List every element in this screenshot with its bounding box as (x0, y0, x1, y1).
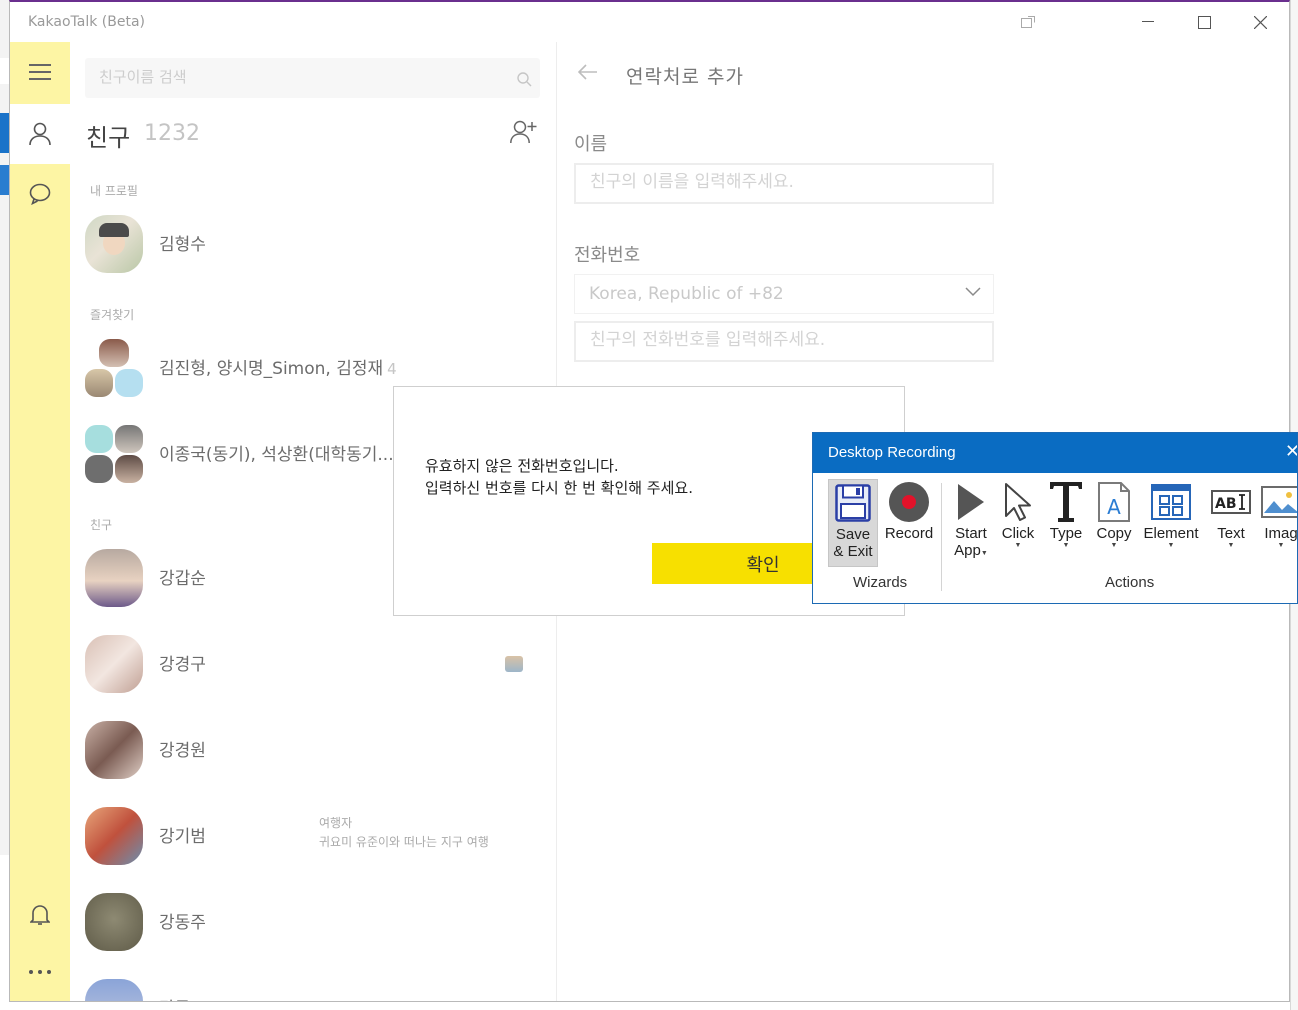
friend-name: 강경구 (159, 655, 206, 675)
text-button[interactable]: AB Text ▼ (1207, 479, 1255, 567)
phone-label: 전화번호 (574, 245, 641, 266)
text-type-icon (1050, 482, 1082, 522)
actions-group-label: Actions (1105, 574, 1155, 591)
image-button[interactable]: Imag ▼ (1259, 479, 1297, 567)
start-app-button[interactable]: Start App▼ (947, 479, 995, 567)
notifications-button[interactable] (10, 884, 70, 944)
friend-name: 강갑순 (159, 569, 206, 589)
tab-friends[interactable] (10, 104, 70, 164)
close-icon[interactable]: ✕ (1285, 441, 1297, 462)
copy-button[interactable]: A Copy ▼ (1091, 479, 1137, 567)
record-button[interactable]: Record (883, 479, 935, 567)
friends-title: 친구 (86, 124, 131, 152)
desktop-recording-panel: Desktop Recording ✕ Save & Exit Record W… (812, 432, 1298, 604)
my-profile-item[interactable]: 김형수 (85, 208, 545, 280)
background-window-fragment (0, 58, 9, 84)
country-code-value: Korea, Republic of +82 (589, 284, 784, 304)
phone-input[interactable] (590, 330, 980, 350)
chevron-down-icon (965, 287, 981, 297)
add-friend-button[interactable] (510, 120, 540, 150)
menu-button[interactable] (10, 42, 70, 102)
image-icon (1261, 486, 1297, 518)
recorder-title: Desktop Recording (828, 444, 956, 461)
friend-name: 김진형, 양시명_Simon, 김정재 4 (159, 359, 397, 379)
tab-chats[interactable] (10, 164, 70, 224)
avatar (85, 979, 143, 1001)
search-icon[interactable] (517, 72, 532, 87)
group-avatar (85, 339, 143, 397)
wizards-group-label: Wizards (853, 574, 908, 591)
avatar (85, 215, 143, 273)
friend-name: 강기범 (159, 827, 206, 847)
name-input[interactable] (590, 172, 980, 192)
background-window-fragment (0, 855, 9, 1010)
section-label-my-profile: 내 프로필 (90, 184, 138, 198)
avatar (85, 549, 143, 607)
back-arrow-icon (577, 64, 597, 80)
bell-icon (30, 905, 50, 925)
group-separator (941, 483, 942, 591)
avatar (85, 635, 143, 693)
save-exit-button[interactable]: Save & Exit (828, 479, 878, 567)
name-label: 이름 (574, 134, 608, 155)
play-icon (958, 484, 984, 520)
add-person-icon (510, 120, 537, 144)
avatar (85, 721, 143, 779)
cursor-icon (1005, 483, 1031, 521)
svg-text:AB: AB (1215, 496, 1237, 512)
title-bar: KakaoTalk (Beta) (10, 2, 1289, 42)
phone-field (574, 321, 994, 362)
person-icon (29, 122, 51, 146)
avatar (85, 893, 143, 951)
more-dots-icon (29, 970, 51, 974)
section-label-favorites: 즐겨찾기 (90, 308, 135, 322)
search-input[interactable] (99, 68, 479, 86)
speech-bubble-icon (29, 183, 51, 205)
more-button[interactable] (10, 942, 70, 1001)
music-profile-icon[interactable] (505, 656, 523, 672)
friend-list-item[interactable]: 강경구 (85, 628, 545, 700)
friend-list-item[interactable]: 강동주 (85, 886, 545, 958)
member-count: 4 (387, 360, 397, 378)
record-icon (889, 482, 929, 522)
sidebar (10, 42, 70, 1001)
svg-text:A: A (1107, 495, 1121, 519)
add-contact-title: 연락처로 추가 (626, 66, 744, 88)
friend-name: 강동주 (159, 913, 206, 933)
name-field (574, 163, 994, 204)
friend-list-item[interactable]: 강기범 여행자 귀요미 유준이와 떠나는 지구 여행 (85, 800, 545, 872)
text-field-icon: AB (1211, 490, 1251, 514)
friend-name: 이종국(동기), 석상환(대학동기... (159, 445, 394, 465)
recorder-header: Desktop Recording ✕ (813, 433, 1297, 473)
friend-name: 강동... (159, 994, 207, 1001)
section-label-friends: 친구 (90, 518, 113, 532)
click-button[interactable]: Click ▼ (997, 479, 1039, 567)
document-copy-icon: A (1098, 482, 1130, 522)
window-title: KakaoTalk (Beta) (28, 14, 145, 30)
avatar (85, 807, 143, 865)
status-message: 여행자 귀요미 유준이와 떠나는 지구 여행 (319, 816, 489, 849)
popout-icon[interactable] (1008, 8, 1048, 36)
search-box (85, 58, 540, 98)
alert-message: 유효하지 않은 전화번호입니다. 입력하신 번호를 다시 한 번 확인해 주세요… (425, 457, 693, 497)
desktop-background-left (0, 0, 9, 1010)
hamburger-icon (29, 64, 51, 80)
back-button[interactable] (577, 64, 606, 86)
friends-count: 1232 (144, 121, 200, 146)
background-window-fragment (0, 165, 9, 195)
maximize-button[interactable] (1184, 8, 1224, 36)
friend-name: 강경원 (159, 741, 206, 761)
type-button[interactable]: Type ▼ (1043, 479, 1089, 567)
background-window-fragment (0, 113, 9, 153)
element-grid-icon (1151, 484, 1191, 520)
friend-list-item[interactable]: 강경원 (85, 714, 545, 786)
friend-name: 김형수 (159, 235, 206, 255)
element-button[interactable]: Element ▼ (1141, 479, 1201, 567)
close-button[interactable] (1240, 8, 1280, 36)
country-code-select[interactable]: Korea, Republic of +82 (574, 274, 994, 314)
friend-list-item[interactable]: 강동... (85, 972, 545, 1001)
group-avatar (85, 425, 143, 483)
minimize-button[interactable] (1128, 8, 1168, 36)
floppy-disk-icon (835, 484, 871, 522)
